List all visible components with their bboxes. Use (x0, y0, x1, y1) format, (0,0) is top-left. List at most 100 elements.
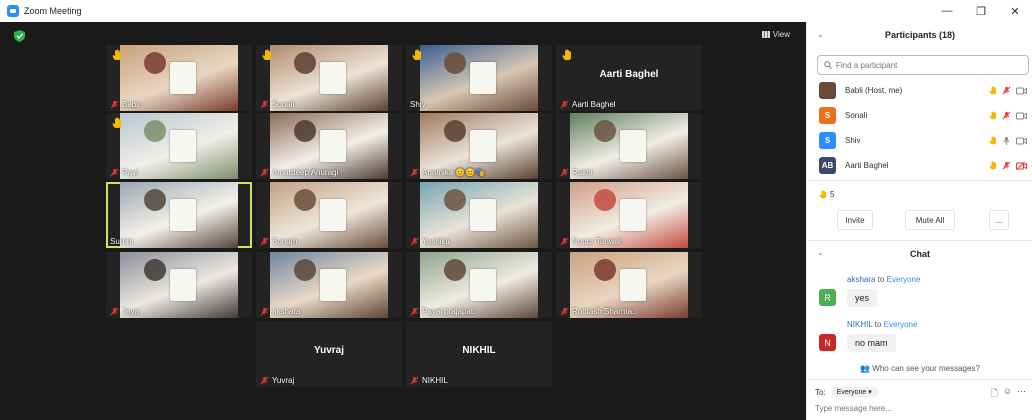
participant-search-input[interactable] (836, 60, 1016, 70)
close-button[interactable]: ✕ (998, 0, 1032, 22)
participant-video-tile[interactable]: Rakhi (556, 113, 702, 179)
participant-video-tile[interactable]: Amardeep Anuragi (256, 113, 402, 179)
person-silhouette (143, 51, 166, 74)
person-silhouette (143, 119, 166, 142)
paper-sheet (319, 199, 346, 232)
recipient-select[interactable]: Everyone ▾ (831, 387, 877, 397)
participant-video-tile[interactable]: Babli (106, 45, 252, 111)
participant-name-label: Anamika 😊😊🎭 (410, 168, 485, 177)
participant-name-text: Yuvraj (272, 376, 295, 385)
mic-icon[interactable] (1002, 136, 1011, 145)
participant-row[interactable]: S Shiv (807, 128, 1032, 153)
muted-mic-icon (410, 307, 419, 316)
participant-video-tile[interactable]: Surbhi (106, 182, 252, 248)
paper-sheet (169, 269, 196, 302)
participant-name-label: Payal prajapati (410, 307, 475, 316)
muted-mic-icon[interactable] (1002, 111, 1011, 120)
muted-mic-icon[interactable] (1002, 86, 1011, 95)
emoji-icon[interactable]: ☺ (1003, 386, 1012, 402)
participant-video-tile[interactable]: Shiv (406, 45, 552, 111)
participant-name-label: Shiv (410, 100, 426, 109)
participant-video-tile[interactable]: NIKHIL NIKHIL (406, 321, 552, 387)
chat-message-header: akshara to Everyone (847, 275, 920, 284)
avatar-initials: S (824, 111, 831, 120)
participant-video-tile[interactable]: Ravi (106, 113, 252, 179)
muted-mic-icon (260, 237, 269, 246)
muted-mic-icon (260, 100, 269, 109)
person-silhouette (443, 188, 466, 211)
participant-row[interactable]: AB Aarti Baghel (807, 153, 1032, 178)
muted-mic-icon (410, 237, 419, 246)
video-camera-off-icon[interactable] (1016, 161, 1027, 170)
chat-message-input[interactable] (815, 404, 1025, 413)
video-camera-off-icon[interactable] (1016, 137, 1027, 145)
people-icon: 👥 (860, 364, 871, 373)
avatar-initials: S (824, 136, 831, 145)
participant-video-tile[interactable]: Yashika (406, 182, 552, 248)
muted-mic-icon (260, 307, 269, 316)
participant-name-display: NIKHIL (462, 345, 496, 356)
participant-row[interactable]: S Sonali (807, 103, 1032, 128)
who-can-see-text: Who can see your messages? (872, 364, 980, 373)
participant-name-label: Sonali (260, 100, 294, 109)
participant-name-text: Rohtash Sharma.. (572, 307, 637, 316)
video-camera-off-icon[interactable] (1016, 112, 1027, 120)
raised-hand-icon (112, 117, 121, 128)
avatar: S (819, 132, 836, 149)
participant-name: Aarti Baghel (845, 161, 889, 170)
who-can-see-link[interactable]: 👥 Who can see your messages? (807, 364, 1032, 373)
participant-status-icons (989, 161, 1027, 170)
participant-row[interactable]: Babli (Host, me) (807, 78, 1032, 103)
muted-mic-icon (560, 168, 569, 177)
participant-video-tile[interactable]: Yuvraj Yuvraj (256, 321, 402, 387)
muted-mic-icon (560, 237, 569, 246)
participant-name-text: Sonali (272, 100, 295, 109)
participant-video-tile[interactable]: Rohtash Sharma.. (556, 252, 702, 318)
more-options-button[interactable]: ... (989, 210, 1009, 230)
paper-sheet (169, 130, 196, 163)
participant-name-text: NIKHIL (422, 376, 448, 385)
divider (807, 180, 1032, 181)
paper-sheet (469, 269, 496, 302)
participant-name-label: Sonam (260, 237, 297, 246)
file-icon[interactable]: 🗋 (991, 386, 998, 402)
participant-video-tile[interactable]: Payal prajapati (406, 252, 552, 318)
raised-hand-icon (989, 111, 996, 120)
participant-status-icons (989, 86, 1027, 95)
participant-search-box[interactable] (817, 55, 1029, 75)
video-camera-off-icon[interactable] (1016, 87, 1027, 95)
participant-name-label: Rakhi (560, 168, 592, 177)
participant-video-tile[interactable]: Anamika 😊😊🎭 (406, 113, 552, 179)
muted-mic-icon (260, 376, 269, 385)
muted-mic-icon (410, 168, 419, 177)
security-shield-icon[interactable] (14, 30, 25, 42)
chat-avatar: R (819, 289, 836, 306)
invite-button[interactable]: Invite (837, 210, 873, 230)
paper-sheet (469, 199, 496, 232)
participant-name-label: Nupur Tanwar (560, 237, 622, 246)
more-icon[interactable]: ⋯ (1017, 386, 1026, 402)
muted-mic-icon (110, 100, 119, 109)
participant-name: Shiv (845, 136, 861, 145)
minimize-button[interactable]: — (930, 0, 964, 22)
chat-message-text: yes (855, 293, 870, 303)
view-button[interactable]: View (761, 30, 790, 39)
participant-name-text: Sonam (272, 237, 298, 246)
participant-video-tile[interactable]: Sonam (256, 182, 402, 248)
participant-name-label: Surbhi (110, 237, 133, 246)
mute-all-button[interactable]: Mute All (905, 210, 955, 230)
muted-mic-icon (560, 100, 569, 109)
maximize-button[interactable]: ❐ (964, 0, 998, 22)
raised-hand-icon (989, 86, 996, 95)
zoom-logo-icon (7, 5, 19, 17)
participant-video-tile[interactable]: Nupur Tanwar (556, 182, 702, 248)
participant-name-text: Rakhi (572, 168, 593, 177)
chat-avatar-initial: R (824, 292, 831, 303)
participant-video-tile[interactable]: Aarti Baghel Aarti Baghel (556, 45, 702, 111)
participant-video-tile[interactable]: akshara (256, 252, 402, 318)
participant-video-tile[interactable]: Sonali (256, 45, 402, 111)
participant-video-tile[interactable]: Jaya (106, 252, 252, 318)
chat-recipient-row: To: Everyone ▾ (815, 387, 877, 397)
muted-mic-icon[interactable] (1002, 161, 1011, 170)
person-silhouette (593, 119, 616, 142)
